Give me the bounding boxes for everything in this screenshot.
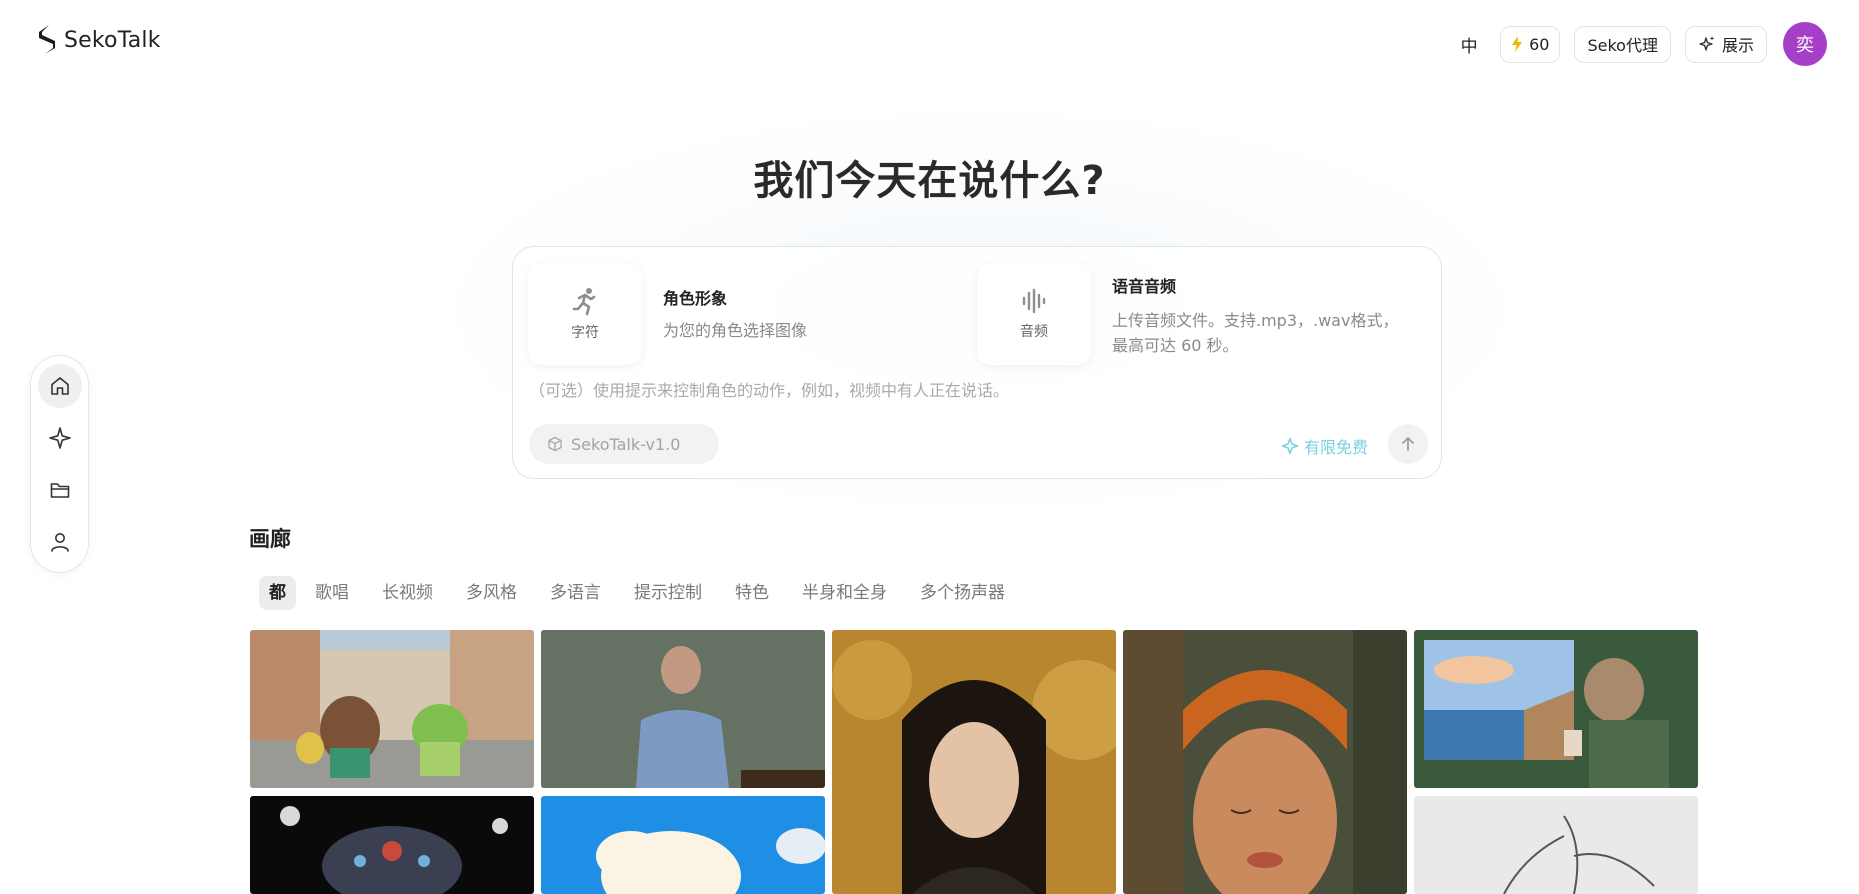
side-navigation-rail <box>30 355 89 573</box>
character-description: 为您的角色选择图像 <box>663 321 808 340</box>
submit-button[interactable] <box>1388 424 1428 464</box>
sekotalk-logo-icon <box>39 25 55 54</box>
lightning-icon <box>1512 36 1523 52</box>
sparkles-icon <box>1699 36 1715 51</box>
audio-waveform-icon <box>1022 288 1046 314</box>
filter-tab-prompt-control[interactable]: 提示控制 <box>620 576 716 610</box>
ink-sketch-grey-image <box>1414 796 1698 894</box>
limited-free-badge[interactable]: 有限免费 <box>1281 434 1368 458</box>
character-upload-tile[interactable]: 字符 <box>528 263 642 365</box>
filter-tab-all[interactable]: 都 <box>259 576 296 610</box>
filter-tab-half-full-body[interactable]: 半身和全身 <box>788 576 901 610</box>
gallery-title: 画廊 <box>249 527 291 551</box>
jeweled-sculpture-black-background-image <box>250 796 534 894</box>
audio-tile-label: 音频 <box>1020 324 1048 340</box>
filter-tab-multi-language[interactable]: 多语言 <box>536 576 615 610</box>
sloth-on-train-image <box>1414 630 1698 788</box>
user-avatar[interactable]: 奕 <box>1783 22 1827 66</box>
gallery-thumbnail[interactable] <box>250 630 534 788</box>
gallery-thumbnail[interactable] <box>1414 796 1698 894</box>
showcase-label: 展示 <box>1721 36 1754 55</box>
user-icon <box>50 533 69 552</box>
cube-icon <box>548 436 562 452</box>
audio-description-line-2: 最高可达 60 秒。 <box>1112 336 1239 355</box>
prompt-input[interactable] <box>529 375 1409 405</box>
character-title: 角色形象 <box>663 289 728 308</box>
audio-title: 语音音频 <box>1112 277 1177 296</box>
brand-name: SekoTalk <box>64 27 161 53</box>
filter-tab-multi-speaker[interactable]: 多个扬声器 <box>906 576 1019 610</box>
limited-free-label: 有限免费 <box>1304 438 1369 457</box>
character-tile-label: 字符 <box>571 325 599 341</box>
young-man-gold-background-image <box>832 630 1116 894</box>
filter-tab-featured[interactable]: 特色 <box>721 576 783 610</box>
arrow-up-icon <box>1402 437 1414 451</box>
agent-button[interactable]: Seko代理 <box>1574 25 1671 63</box>
gallery-thumbnail[interactable] <box>1414 630 1698 788</box>
speaker-at-podium-image <box>541 630 825 788</box>
showcase-button[interactable]: 展示 <box>1684 25 1767 63</box>
credits-button[interactable]: 60 <box>1500 25 1561 63</box>
audio-upload-tile[interactable]: 音频 <box>977 263 1091 365</box>
diamond-sparkle-icon <box>1281 437 1299 455</box>
nav-create-button[interactable] <box>38 416 82 460</box>
folder-icon <box>50 483 69 498</box>
gallery-thumbnail[interactable] <box>541 796 825 894</box>
nav-profile-button[interactable] <box>38 520 82 564</box>
audio-description-line-1: 上传音频文件。支持.mp3，.wav格式， <box>1112 311 1399 330</box>
agent-label: Seko代理 <box>1587 36 1658 55</box>
language-toggle[interactable]: 中 <box>1452 32 1486 57</box>
hero-title: 我们今天在说什么? <box>753 158 1106 204</box>
gallery-filter-tabs: 都 歌唱 长视频 多风格 多语言 提示控制 特色 半身和全身 多个扬声器 <box>259 576 1024 610</box>
painted-woman-portrait-image <box>1123 630 1407 894</box>
home-icon <box>50 377 69 395</box>
top-header: SekoTalk 中 60 Seko代理 展示 奕 <box>0 0 1859 86</box>
filter-tab-singing[interactable]: 歌唱 <box>301 576 363 610</box>
filter-tab-long-video[interactable]: 长视频 <box>368 576 447 610</box>
running-figure-icon <box>572 288 596 316</box>
nav-home-button[interactable] <box>37 364 82 408</box>
gallery-thumbnail[interactable] <box>250 796 534 894</box>
model-name: SekoTalk-v1.0 <box>571 434 681 454</box>
composer-card: 字符 角色形象 为您的角色选择图像 音频 语音音频 上传音频文件。支持.mp3，… <box>512 246 1442 479</box>
cartoon-boar-frog-street-image <box>250 630 534 788</box>
gallery-thumbnail[interactable] <box>541 630 825 788</box>
gallery-thumbnail[interactable] <box>832 630 1116 894</box>
header-actions: 中 60 Seko代理 展示 奕 <box>1452 22 1827 66</box>
avatar-letter: 奕 <box>1796 35 1814 56</box>
brand-logo[interactable]: SekoTalk <box>36 24 161 56</box>
credits-count: 60 <box>1529 34 1550 54</box>
anime-cloud-sky-image <box>541 796 825 894</box>
filter-tab-multi-style[interactable]: 多风格 <box>452 576 531 610</box>
model-selector[interactable]: SekoTalk-v1.0 <box>529 424 719 464</box>
sparkle-icon <box>48 427 71 449</box>
gallery-thumbnail[interactable] <box>1123 630 1407 894</box>
nav-projects-button[interactable] <box>38 468 82 512</box>
